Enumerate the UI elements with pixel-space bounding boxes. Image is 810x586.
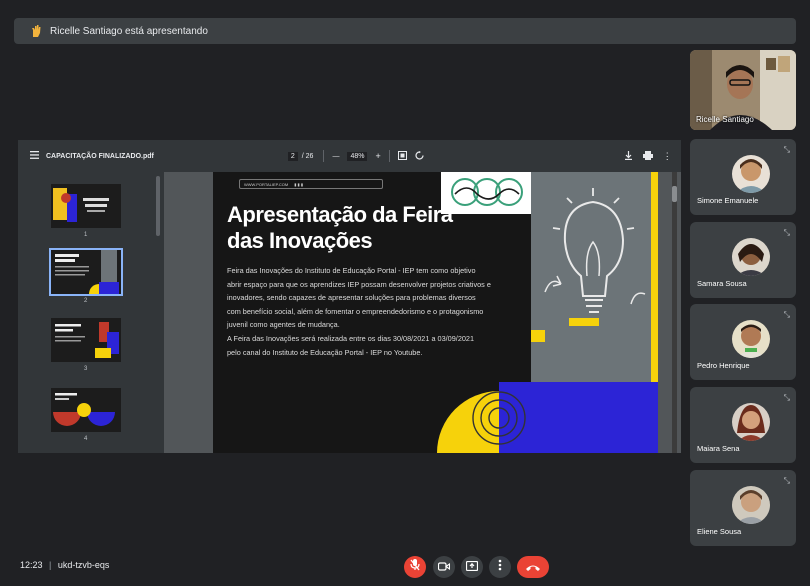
slide-body: Feira das Inovações do Instituto de Educ… bbox=[227, 264, 513, 359]
page-number-input[interactable]: 2 bbox=[287, 151, 298, 161]
pin-icon[interactable]: ⤡ bbox=[784, 145, 790, 155]
meeting-control-bar: 12:23 | ukd-tzvb-eqs bbox=[0, 552, 810, 586]
presentation-hand-icon bbox=[28, 23, 44, 39]
divider bbox=[323, 150, 325, 162]
avatar bbox=[732, 238, 770, 276]
leave-call-button[interactable] bbox=[517, 556, 549, 578]
page-thumbnail[interactable] bbox=[51, 388, 121, 432]
more-options-icon[interactable]: ⋮ bbox=[663, 151, 672, 162]
meeting-info-separator: | bbox=[49, 560, 52, 570]
page-total: / 26 bbox=[301, 152, 314, 160]
pdf-filename: CAPACITAÇÃO FINALIZADO.pdf bbox=[46, 152, 154, 160]
thumbnail-page-number: 1 bbox=[84, 232, 88, 238]
participant-name: Eliene Sousa bbox=[697, 527, 742, 536]
fit-page-icon[interactable] bbox=[397, 150, 407, 162]
more-options-icon bbox=[498, 558, 502, 576]
slide-title: Apresentação da Feira das Inovações bbox=[227, 202, 453, 254]
download-icon[interactable] bbox=[624, 150, 633, 162]
participant-name: Pedro Henrique bbox=[697, 361, 750, 370]
participant-tile[interactable]: ⤡ Samara Sousa bbox=[690, 222, 796, 298]
participant-tile[interactable]: ⤡ Pedro Henrique bbox=[690, 304, 796, 380]
thumbnail-sidebar: 1 2 3 4 bbox=[18, 172, 163, 453]
mic-toggle-button[interactable] bbox=[404, 556, 426, 578]
print-icon[interactable] bbox=[642, 150, 653, 162]
divider bbox=[388, 150, 390, 162]
participant-name: Samara Sousa bbox=[697, 279, 747, 288]
camera-toggle-button[interactable] bbox=[433, 556, 455, 578]
social-icons: ▮ ▮ ▮ bbox=[294, 181, 304, 187]
slide-url: WWW.PORTALIEP.COM bbox=[244, 181, 289, 187]
zoom-in-button[interactable]: + bbox=[375, 151, 380, 161]
slide-body-line: juvenil como agentes de mudança. bbox=[227, 320, 340, 330]
rotate-icon[interactable] bbox=[415, 150, 424, 162]
slide-body-line: abrir espaço para que os aprendizes IEP … bbox=[227, 279, 491, 289]
page-thumbnail[interactable] bbox=[51, 318, 121, 362]
pin-icon[interactable]: ⤡ bbox=[784, 310, 790, 320]
presenter-banner-text: Ricelle Santiago está apresentando bbox=[50, 25, 208, 37]
participant-name: Simone Emanuele bbox=[697, 196, 759, 205]
pin-icon[interactable]: ⤡ bbox=[784, 393, 790, 403]
pin-icon[interactable]: ⤡ bbox=[784, 228, 790, 238]
zoom-out-button[interactable]: — bbox=[332, 153, 339, 160]
self-name: Ricelle Santiago bbox=[696, 115, 754, 124]
slide-title-line: das Inovações bbox=[227, 228, 373, 253]
pin-icon[interactable]: ⤡ bbox=[784, 476, 790, 486]
more-options-button[interactable] bbox=[489, 556, 511, 578]
participant-tile[interactable]: ⤡ Eliene Sousa bbox=[690, 470, 796, 546]
thumbnail-page-number: 3 bbox=[84, 366, 88, 372]
end-call-icon bbox=[525, 558, 541, 576]
lightbulb-chalkboard-image bbox=[531, 172, 658, 382]
present-screen-button[interactable] bbox=[461, 556, 483, 578]
menu-icon[interactable] bbox=[30, 151, 40, 161]
avatar bbox=[732, 486, 770, 524]
slide-body-line: inovadores, sendo capazes de apresentar … bbox=[227, 293, 476, 303]
participant-tile[interactable]: ⤡ Simone Emanuele bbox=[690, 139, 796, 215]
present-screen-icon bbox=[465, 558, 479, 576]
slide-body-line: com benefício social, além de fomentar o… bbox=[227, 306, 484, 316]
self-video-tile[interactable]: Ricelle Santiago bbox=[690, 50, 796, 130]
thumbnail-scrollbar[interactable] bbox=[156, 176, 160, 236]
slide-url-bar: WWW.PORTALIEP.COM ▮ ▮ ▮ bbox=[239, 179, 383, 189]
presenter-banner: Ricelle Santiago está apresentando bbox=[14, 18, 796, 44]
avatar bbox=[732, 403, 770, 441]
page-scrollbar[interactable] bbox=[672, 172, 677, 453]
page-thumbnail[interactable] bbox=[51, 184, 121, 228]
slide-page: WWW.PORTALIEP.COM ▮ ▮ ▮ Apresentação da … bbox=[213, 172, 658, 453]
slide-title-line: Apresentação da Feira bbox=[227, 202, 453, 227]
meeting-code: ukd-tzvb-eqs bbox=[57, 560, 110, 570]
slide-body-line: A Feira das Inovações será realizada ent… bbox=[227, 333, 475, 343]
pdf-toolbar: CAPACITAÇÃO FINALIZADO.pdf 2 / 26 — 48% … bbox=[18, 140, 681, 172]
presentation-viewer: CAPACITAÇÃO FINALIZADO.pdf 2 / 26 — 48% … bbox=[18, 140, 681, 453]
page-thumbnail-selected[interactable] bbox=[49, 248, 123, 296]
avatar bbox=[732, 320, 770, 358]
meeting-time: 12:23 bbox=[20, 560, 43, 570]
page-scrollbar-thumb[interactable] bbox=[672, 186, 677, 202]
mic-off-icon bbox=[410, 558, 420, 576]
avatar bbox=[732, 155, 770, 193]
participant-name: Maiara Sena bbox=[697, 444, 740, 453]
participant-tile[interactable]: ⤡ Maiara Sena bbox=[690, 387, 796, 463]
thumbnail-page-number: 4 bbox=[84, 436, 88, 442]
slide-decoration-shapes bbox=[437, 382, 658, 453]
iep-logo bbox=[441, 172, 533, 214]
camera-icon bbox=[437, 558, 451, 576]
zoom-input[interactable]: 48% bbox=[347, 151, 368, 161]
slide-body-line: Feira das Inovações do Instituto de Educ… bbox=[227, 266, 476, 275]
page-canvas: WWW.PORTALIEP.COM ▮ ▮ ▮ Apresentação da … bbox=[164, 172, 681, 453]
meeting-info: 12:23 | ukd-tzvb-eqs bbox=[20, 560, 109, 570]
thumbnail-page-number: 2 bbox=[84, 298, 88, 304]
slide-body-line: pelo canal do Instituto de Educação Port… bbox=[227, 347, 423, 357]
